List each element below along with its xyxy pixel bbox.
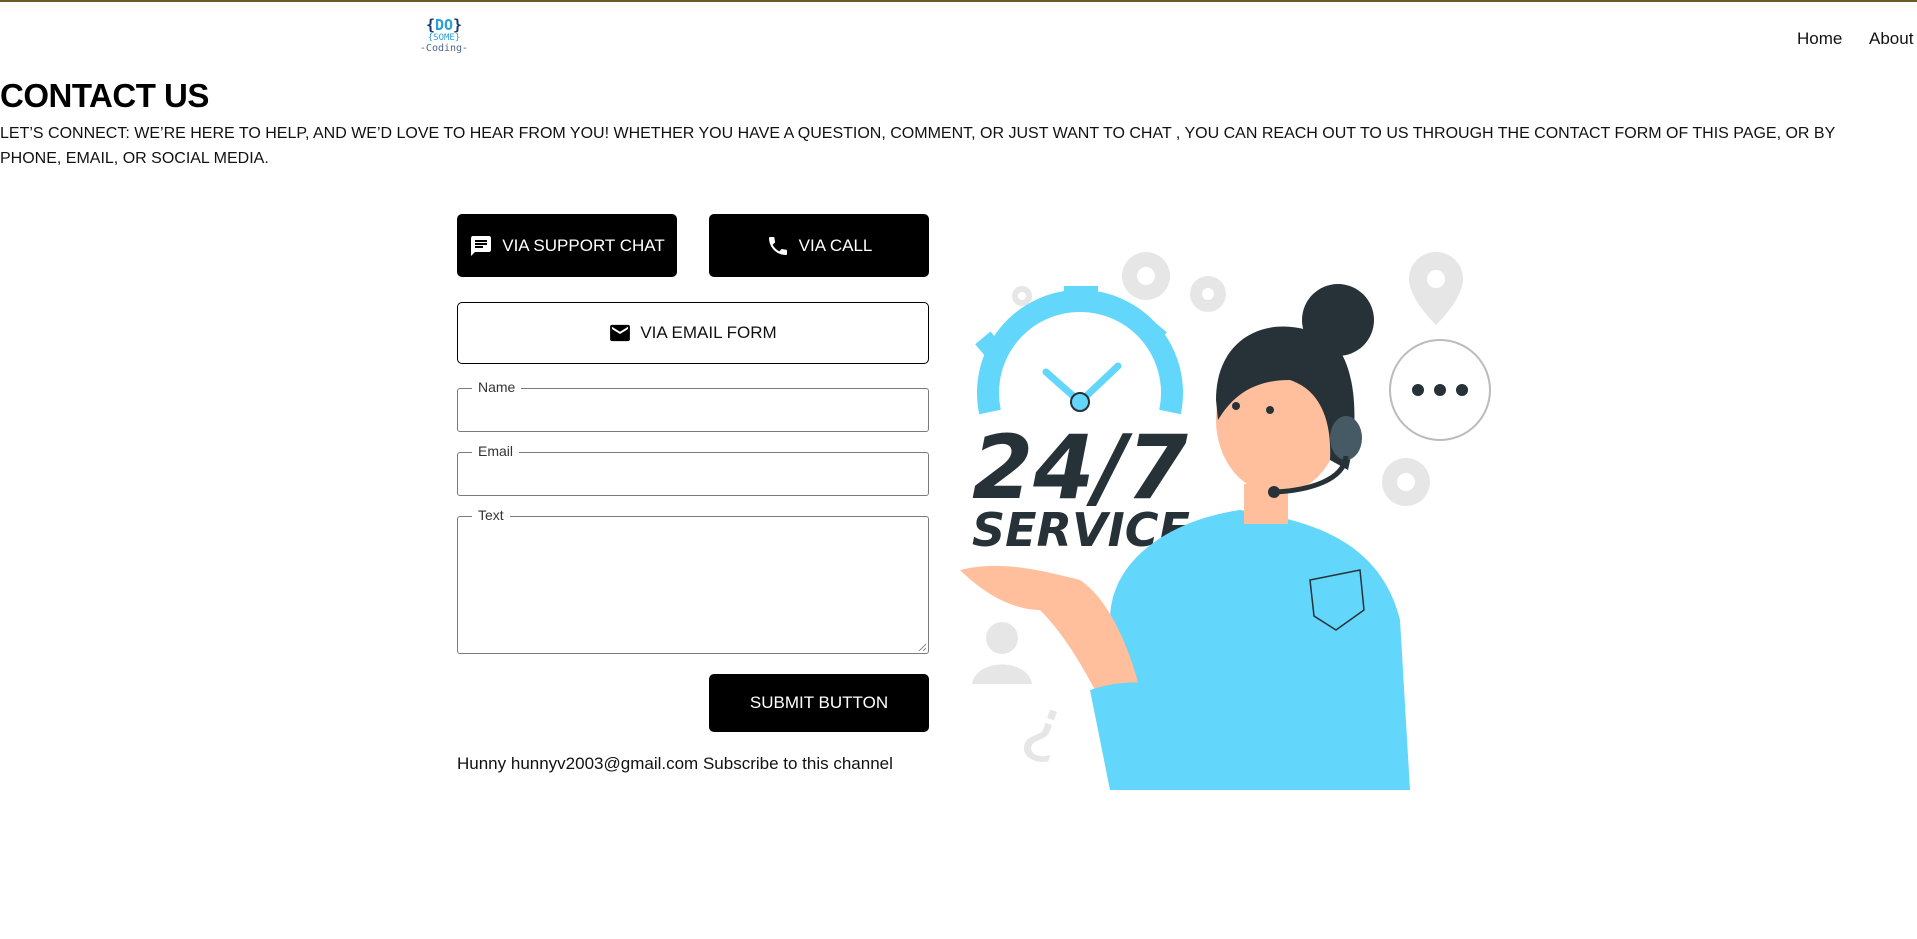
- stopwatch-icon: [975, 286, 1183, 415]
- logo-line-1: {DO}: [425, 16, 463, 34]
- page-title: CONTACT US: [0, 77, 209, 114]
- nav-about-link[interactable]: About: [1869, 29, 1913, 49]
- call-button[interactable]: VIA CALL: [709, 214, 929, 277]
- logo-line-2: {SOME}: [427, 33, 461, 43]
- footer-text: Hunny hunnyv2003@gmail.com Subscribe to …: [457, 754, 893, 773]
- question-mark-icon: ?: [1011, 688, 1076, 780]
- name-field[interactable]: Name: [457, 379, 929, 432]
- gear-icon: [1012, 286, 1032, 306]
- resize-grip-icon[interactable]: [918, 643, 926, 651]
- site-header: {DO} {SOME} -Coding- Home About: [0, 2, 1917, 74]
- location-pin-icon: [1409, 252, 1463, 325]
- name-field-label: Name: [472, 379, 522, 395]
- logo-line-3: -Coding-: [419, 43, 469, 54]
- speech-bubble-icon: [1389, 339, 1491, 441]
- support-agent-illustration: ? 24/7 SERVICE: [960, 252, 1491, 790]
- gear-icon: [1122, 252, 1170, 300]
- site-logo[interactable]: {DO} {SOME} -Coding-: [418, 18, 470, 62]
- support-chat-label: VIA SUPPORT CHAT: [502, 235, 665, 255]
- user-icon: [972, 622, 1032, 684]
- mail-icon: [609, 324, 631, 342]
- text-field-label: Text: [472, 507, 510, 523]
- submit-button[interactable]: SUBMIT BUTTON: [709, 674, 929, 732]
- phone-icon: [766, 234, 790, 258]
- email-form-button[interactable]: VIA EMAIL FORM: [457, 302, 929, 364]
- gear-icon: [1190, 276, 1226, 312]
- support-chat-button[interactable]: VIA SUPPORT CHAT: [457, 214, 677, 277]
- chat-icon: [469, 234, 493, 258]
- intro-text: Let’s connect: We’re here to help, and w…: [0, 125, 1835, 167]
- nav-home-link[interactable]: Home: [1797, 29, 1842, 49]
- email-field-label: Email: [472, 443, 520, 459]
- text-area[interactable]: Text: [457, 507, 929, 654]
- email-field[interactable]: Email: [457, 443, 929, 496]
- gear-icon: [1382, 458, 1430, 506]
- email-form-label: VIA EMAIL FORM: [640, 323, 777, 342]
- logo-do: DO: [434, 16, 454, 34]
- call-label: VIA CALL: [798, 235, 873, 255]
